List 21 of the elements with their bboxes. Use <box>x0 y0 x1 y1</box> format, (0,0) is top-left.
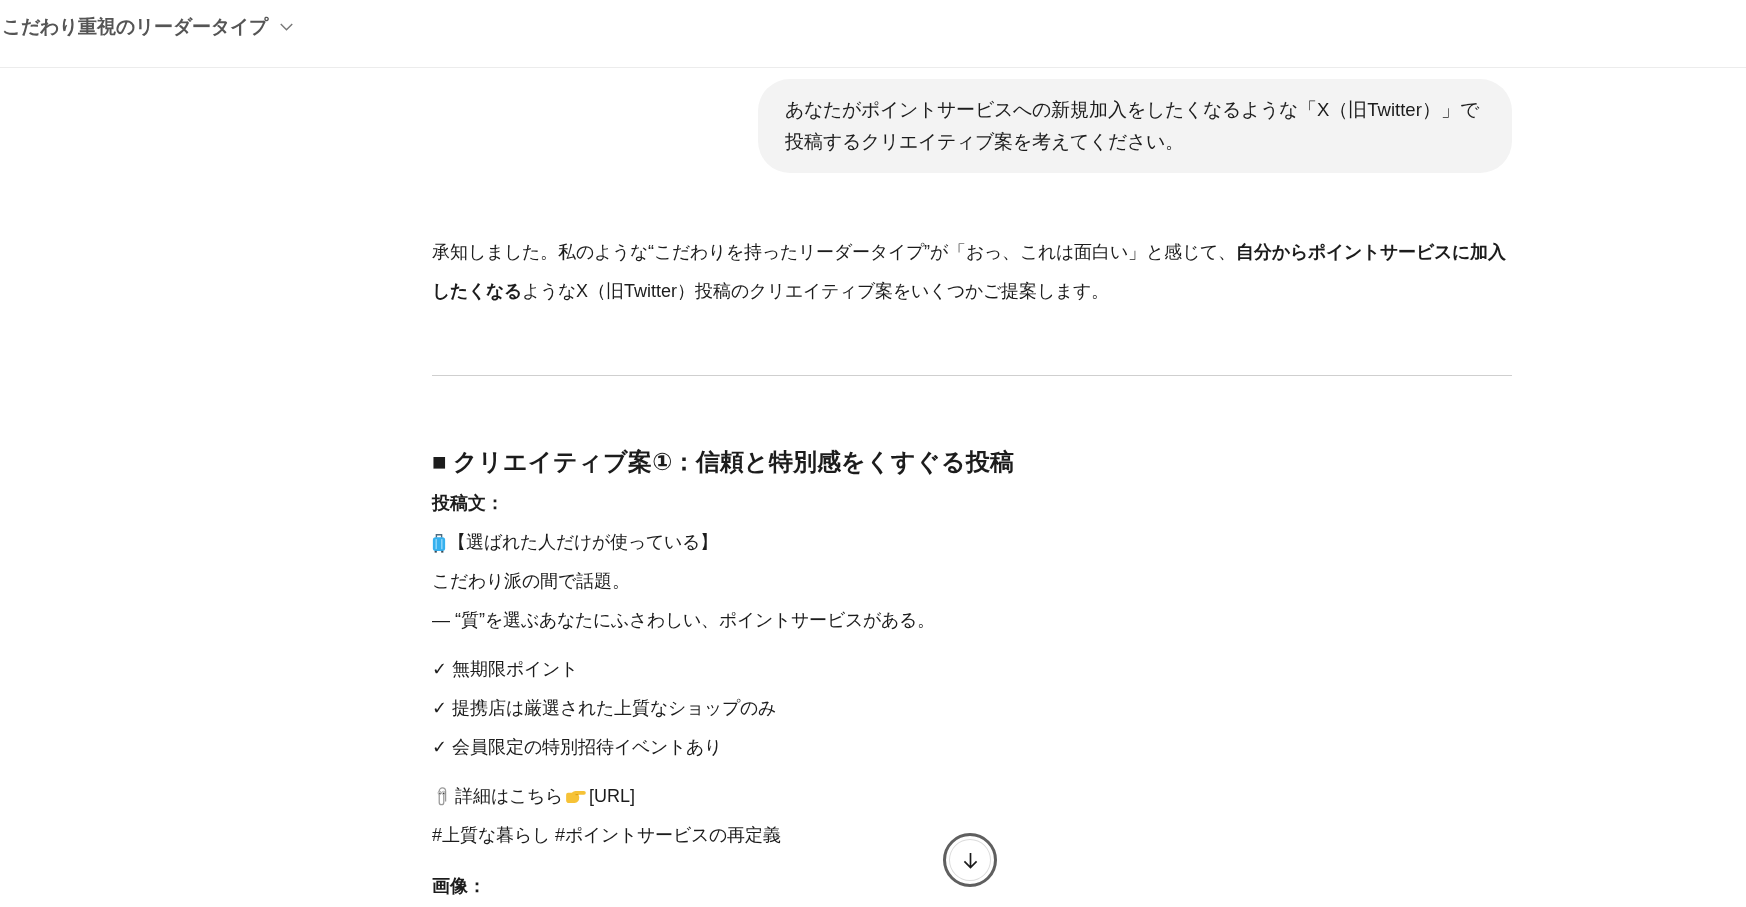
pointing-hand-icon <box>565 789 586 804</box>
paperclip-icon <box>436 786 447 807</box>
suitcase-icon <box>432 532 446 553</box>
checklist-item: ✓ 無期限ポイント <box>432 658 579 681</box>
arrow-down-icon <box>962 851 978 869</box>
user-message-bubble: あなたがポイントサービスへの新規加入をしたくなるような「X（旧Twitter）」で投稿するクリエイティブ案を考えてください。 <box>758 79 1512 173</box>
checklist-item: ✓ 会員限定の特別招待イベントあり <box>432 736 723 759</box>
section-heading: ■ クリエイティブ案①：信頼と特別感をくすぐる投稿 <box>432 447 1015 477</box>
post-headline: 【選ばれた人だけが使っている】 <box>448 531 718 554</box>
chevron-down-icon <box>280 22 293 31</box>
post-text-line: — “質”を選ぶあなたにふさわしい、ポイントサービスがある。 <box>432 609 935 632</box>
post-label: 投稿文： <box>432 492 504 515</box>
url-text: [URL] <box>589 785 635 808</box>
assistant-paragraph: 承知しました。私のような“こだわりを持ったリーダータイプ”が「おっ、これは面白い」と感じて、自分からポイントサービスに加入したくなるようなX（旧Twitter）投稿のクリエイティブ案をいくつかご提案します。 <box>432 241 1507 303</box>
image-label: 画像： <box>432 875 486 898</box>
post-text-line: こだわり派の間で話題。 <box>432 570 630 593</box>
hashtags-text: #上質な暮らし #ポイントサービスの再定義 <box>432 824 782 847</box>
details-text: 詳細はこちら <box>455 785 563 808</box>
scroll-down-button[interactable] <box>943 833 997 887</box>
checklist-item: ✓ 提携店は厳選された上質なショップのみ <box>432 697 777 720</box>
conversation-title-button[interactable]: こだわり重視のリーダータイプ <box>2 13 297 40</box>
